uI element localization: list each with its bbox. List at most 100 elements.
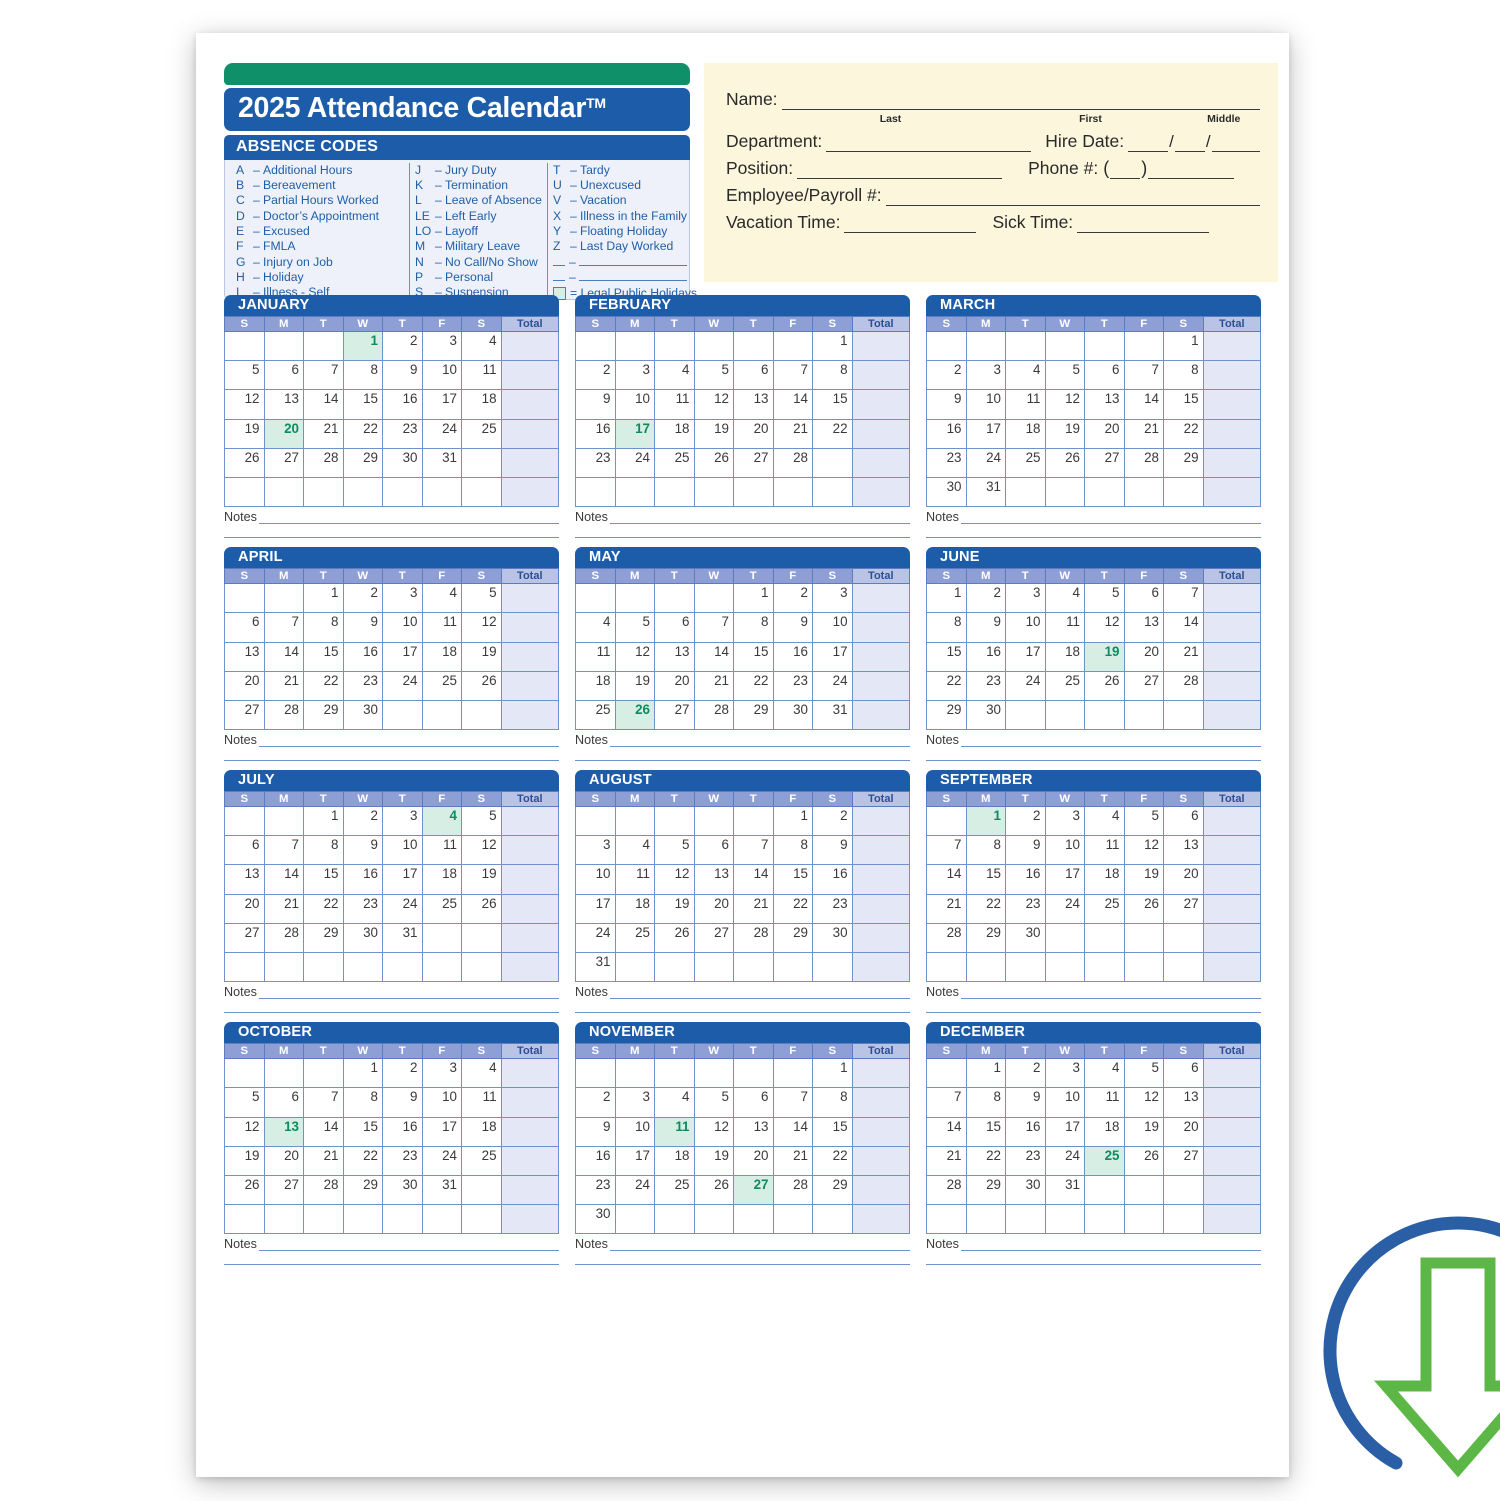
notes-line-1[interactable] — [258, 1238, 559, 1252]
day-cell[interactable]: 18 — [1005, 418, 1046, 449]
day-cell[interactable]: 20 — [654, 670, 695, 701]
day-cell[interactable]: 13 — [1123, 612, 1164, 643]
day-cell-holiday[interactable]: 11 — [654, 1116, 695, 1147]
day-cell-empty[interactable] — [303, 1204, 344, 1235]
download-icon[interactable] — [1308, 1201, 1500, 1501]
day-cell[interactable]: 28 — [733, 922, 774, 954]
total-cell[interactable] — [1202, 670, 1262, 701]
day-cell-empty[interactable] — [461, 1174, 502, 1206]
day-cell[interactable]: 24 — [965, 447, 1006, 478]
day-cell[interactable]: 5 — [1084, 583, 1125, 614]
total-cell[interactable] — [851, 670, 911, 701]
day-cell[interactable]: 12 — [461, 835, 502, 866]
day-cell[interactable]: 24 — [1005, 670, 1046, 701]
day-cell-empty[interactable] — [772, 1058, 813, 1089]
day-cell[interactable]: 4 — [421, 583, 462, 614]
day-cell-empty[interactable] — [382, 699, 423, 731]
total-cell[interactable] — [1202, 330, 1262, 362]
day-cell-holiday[interactable]: 13 — [263, 1116, 304, 1147]
total-cell[interactable] — [1202, 1058, 1262, 1089]
day-cell[interactable]: 16 — [575, 418, 616, 449]
day-cell[interactable]: 29 — [965, 1174, 1006, 1206]
day-cell-empty[interactable] — [614, 1204, 655, 1235]
day-cell-empty[interactable] — [342, 951, 383, 983]
day-cell[interactable]: 26 — [654, 922, 695, 954]
day-cell[interactable]: 6 — [263, 1087, 304, 1118]
total-cell[interactable] — [1202, 418, 1262, 449]
day-cell-holiday[interactable]: 19 — [1084, 641, 1125, 672]
day-cell[interactable]: 16 — [965, 641, 1006, 672]
day-cell[interactable]: 31 — [575, 951, 616, 983]
day-cell[interactable]: 14 — [263, 864, 304, 895]
day-cell[interactable]: 24 — [614, 1174, 655, 1206]
day-cell[interactable]: 11 — [1005, 389, 1046, 420]
total-cell[interactable] — [500, 476, 560, 508]
day-cell[interactable]: 8 — [965, 1087, 1006, 1118]
day-cell-empty[interactable] — [654, 330, 695, 362]
day-cell[interactable]: 25 — [1044, 670, 1085, 701]
day-cell[interactable]: 4 — [614, 835, 655, 866]
day-cell-empty[interactable] — [461, 1204, 502, 1235]
day-cell[interactable]: 10 — [421, 360, 462, 391]
day-cell[interactable]: 9 — [382, 1087, 423, 1118]
total-cell[interactable] — [500, 951, 560, 983]
day-cell[interactable]: 9 — [382, 360, 423, 391]
day-cell[interactable]: 17 — [382, 641, 423, 672]
day-cell-empty[interactable] — [575, 583, 616, 614]
day-cell[interactable]: 16 — [382, 1116, 423, 1147]
day-cell-empty[interactable] — [772, 951, 813, 983]
absence-code-blank-key[interactable] — [553, 270, 565, 281]
total-cell[interactable] — [1202, 1204, 1262, 1235]
day-cell-empty[interactable] — [733, 330, 774, 362]
day-cell-empty[interactable] — [421, 922, 462, 954]
day-cell-empty[interactable] — [224, 330, 265, 362]
total-cell[interactable] — [500, 330, 560, 362]
notes-line-1[interactable] — [960, 734, 1261, 748]
day-cell[interactable]: 23 — [1005, 1145, 1046, 1176]
day-cell[interactable]: 3 — [812, 583, 853, 614]
day-cell[interactable]: 15 — [926, 641, 967, 672]
notes-line-2[interactable] — [926, 1251, 1261, 1266]
notes-line-1[interactable] — [258, 734, 559, 748]
day-cell[interactable]: 29 — [303, 922, 344, 954]
day-cell[interactable]: 11 — [614, 864, 655, 895]
day-cell-empty[interactable] — [303, 951, 344, 983]
day-cell[interactable]: 30 — [1005, 1174, 1046, 1206]
day-cell[interactable]: 12 — [654, 864, 695, 895]
day-cell[interactable]: 20 — [224, 670, 265, 701]
day-cell[interactable]: 28 — [303, 1174, 344, 1206]
day-cell[interactable]: 14 — [926, 864, 967, 895]
total-cell[interactable] — [1202, 1087, 1262, 1118]
day-cell[interactable]: 8 — [926, 612, 967, 643]
day-cell[interactable]: 16 — [772, 641, 813, 672]
total-cell[interactable] — [851, 1116, 911, 1147]
day-cell[interactable]: 27 — [1123, 670, 1164, 701]
total-cell[interactable] — [1202, 476, 1262, 508]
day-cell[interactable]: 11 — [461, 1087, 502, 1118]
day-cell[interactable]: 25 — [1005, 447, 1046, 478]
day-cell[interactable]: 3 — [575, 835, 616, 866]
day-cell-empty[interactable] — [812, 951, 853, 983]
day-cell-empty[interactable] — [733, 806, 774, 837]
notes-line-2[interactable] — [926, 747, 1261, 762]
total-cell[interactable] — [500, 835, 560, 866]
day-cell-empty[interactable] — [382, 1204, 423, 1235]
day-cell[interactable]: 26 — [1044, 447, 1085, 478]
day-cell[interactable]: 16 — [1005, 1116, 1046, 1147]
day-cell[interactable]: 10 — [965, 389, 1006, 420]
day-cell[interactable]: 23 — [342, 893, 383, 924]
day-cell-empty[interactable] — [654, 1204, 695, 1235]
day-cell[interactable]: 27 — [224, 699, 265, 731]
total-cell[interactable] — [1202, 583, 1262, 614]
absence-code-blank-row[interactable]: – — [553, 270, 697, 285]
day-cell[interactable]: 28 — [926, 922, 967, 954]
vacation-field[interactable] — [844, 216, 977, 233]
day-cell[interactable]: 1 — [965, 1058, 1006, 1089]
day-cell-empty[interactable] — [263, 583, 304, 614]
day-cell[interactable]: 19 — [614, 670, 655, 701]
day-cell-empty[interactable] — [812, 447, 853, 478]
day-cell[interactable]: 10 — [382, 835, 423, 866]
day-cell[interactable]: 13 — [1084, 389, 1125, 420]
total-cell[interactable] — [851, 1204, 911, 1235]
day-cell-empty[interactable] — [1084, 699, 1125, 731]
